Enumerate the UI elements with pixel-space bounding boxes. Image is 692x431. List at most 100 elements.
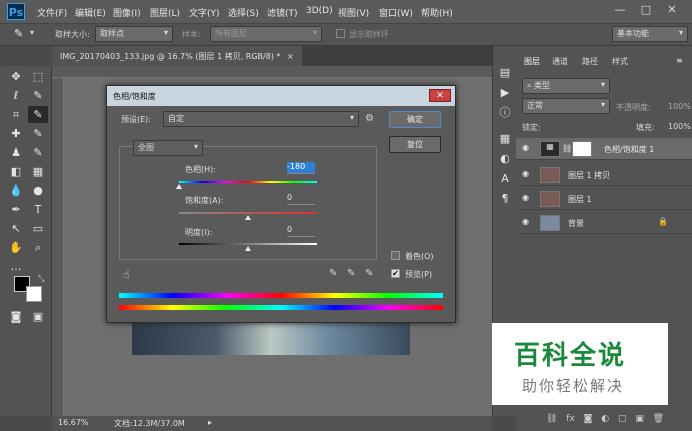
tab-layers[interactable]: 图层 (524, 56, 540, 67)
hue-slider-track[interactable] (179, 181, 317, 183)
swatches-panel-icon[interactable]: ▦ (495, 130, 515, 147)
dialog-close-button[interactable]: ✕ (429, 89, 451, 102)
brush-tool-icon[interactable]: ✎ (28, 125, 48, 142)
character-panel-icon[interactable]: A (495, 170, 515, 187)
eraser-tool-icon[interactable]: ◧ (6, 163, 26, 180)
tab-styles[interactable]: 样式 (612, 56, 628, 67)
shape-tool-icon[interactable]: ▭ (28, 220, 48, 237)
saturation-label: 饱和度(A): (185, 196, 224, 205)
layer-row-layer1[interactable]: ◉ 图层 1 (516, 188, 692, 210)
opacity-value[interactable]: 100% (668, 102, 691, 111)
fill-value[interactable]: 100% (668, 122, 691, 131)
saturation-slider-track[interactable] (179, 212, 317, 214)
minimize-button[interactable]: — (612, 2, 628, 18)
adjustments-panel-icon[interactable]: ◐ (495, 150, 515, 167)
menu-layer[interactable]: 图层(L) (150, 6, 180, 19)
menu-3d[interactable]: 3D(D) (306, 6, 333, 16)
stamp-tool-icon[interactable]: ♟ (6, 144, 26, 161)
eyedropper-minus-icon[interactable]: ✎ (365, 268, 373, 279)
menu-help[interactable]: 帮助(H) (421, 6, 453, 19)
channel-select[interactable]: 全图 ▾ (133, 140, 203, 156)
crop-tool-icon[interactable]: ⌗ (6, 106, 26, 123)
screen-mode-icon[interactable]: ▣ (28, 308, 48, 325)
zoom-level[interactable]: 16.67% (58, 418, 89, 427)
marquee-tool-icon[interactable]: ⬚ (28, 68, 48, 85)
layer-row-adjustment[interactable]: ◉ ▦ ⛓ 色相/饱和度 1 (516, 138, 692, 160)
eyedropper-tool-icon[interactable]: ✎ (28, 106, 48, 123)
move-tool-icon[interactable]: ✥ (6, 68, 26, 85)
sample-select[interactable]: 所有图层 ▾ (210, 26, 322, 42)
menu-file[interactable]: 文件(F) (37, 6, 67, 19)
lightness-input[interactable]: 0 (287, 225, 315, 237)
pen-tool-icon[interactable]: ✒ (6, 201, 26, 218)
visibility-eye-icon[interactable]: ◉ (522, 169, 529, 178)
adjustment-layer-icon: ▦ (540, 141, 560, 157)
hue-input[interactable]: -180 (287, 162, 315, 174)
lightness-slider-track[interactable] (179, 243, 317, 245)
lasso-tool-icon[interactable]: ℓ (6, 87, 26, 104)
gear-icon[interactable]: ⚙ (365, 113, 374, 124)
ok-button[interactable]: 确定 (389, 111, 441, 128)
menu-edit[interactable]: 编辑(E) (75, 6, 106, 19)
maximize-button[interactable]: □ (638, 2, 654, 18)
saturation-input[interactable]: 0 (287, 193, 315, 205)
preview-checkbox[interactable]: ✔ (391, 269, 400, 278)
blend-mode-select[interactable]: 正常 ▾ (522, 98, 610, 114)
layer-row-background[interactable]: ◉ 背景 🔒 (516, 212, 692, 234)
colorize-checkbox[interactable] (391, 251, 400, 260)
document-tab[interactable]: IMG_20170403_133.jpg @ 16.7% (图层 1 拷贝, R… (52, 46, 302, 66)
sample-value: 所有图层 (215, 29, 247, 38)
history-brush-icon[interactable]: ✎ (28, 144, 48, 161)
preset-value: 自定 (168, 114, 184, 123)
eyedropper-icon[interactable]: ✎ (329, 268, 337, 279)
menu-image[interactable]: 图像(I) (113, 6, 141, 19)
layer-filter-select[interactable]: ⌕ 类型 ▾ (522, 78, 610, 94)
eyedropper-icon[interactable]: ✎ (14, 27, 23, 40)
swap-colors-icon[interactable]: ⤡ (38, 274, 44, 284)
dropdown-arrow-icon[interactable]: ▾ (30, 28, 34, 37)
quick-mask-icon[interactable]: ◙ (6, 308, 26, 325)
close-window-button[interactable]: ✕ (664, 2, 680, 18)
type-tool-icon[interactable]: T (28, 201, 48, 218)
tab-paths[interactable]: 路径 (582, 56, 598, 67)
sample-size-select[interactable]: 取样点 ▾ (95, 26, 173, 42)
actions-panel-icon[interactable]: ▶ (495, 84, 515, 101)
dodge-tool-icon[interactable]: ● (28, 182, 48, 199)
targeted-adjust-hand-icon[interactable]: ☝ (123, 268, 130, 281)
hand-tool-icon[interactable]: ✋ (6, 239, 26, 256)
hue-slider-knob[interactable] (176, 184, 182, 189)
saturation-slider-knob[interactable] (245, 215, 251, 220)
menu-view[interactable]: 视图(V) (338, 6, 369, 19)
history-panel-icon[interactable]: ▤ (495, 64, 515, 81)
workspace-select[interactable]: 基本功能 ▾ (612, 26, 688, 42)
quick-select-tool-icon[interactable]: ✎ (28, 87, 48, 104)
lightness-slider-knob[interactable] (245, 246, 251, 251)
visibility-eye-icon[interactable]: ◉ (522, 193, 529, 202)
preset-select[interactable]: 自定 ▾ (163, 111, 359, 127)
paragraph-panel-icon[interactable]: ¶ (495, 190, 515, 207)
menu-type[interactable]: 文字(Y) (189, 6, 220, 19)
layer-mask-thumbnail[interactable] (572, 141, 592, 157)
eyedropper-plus-icon[interactable]: ✎ (347, 268, 355, 279)
zoom-tool-icon[interactable]: ⌕ (28, 239, 48, 256)
reset-button[interactable]: 复位 (389, 136, 441, 153)
healing-tool-icon[interactable]: ✚ (6, 125, 26, 142)
menu-window[interactable]: 窗口(W) (379, 6, 413, 19)
layer-bottom-toolbar[interactable]: ⛓ fx ◙ ◐ ▢ ▣ 🗑 (546, 414, 692, 424)
layer-row-copy[interactable]: ◉ 图层 1 拷贝 (516, 164, 692, 186)
info-panel-icon[interactable]: ⓘ (495, 104, 515, 121)
visibility-eye-icon[interactable]: ◉ (522, 143, 529, 152)
more-tools-icon[interactable]: … (6, 258, 26, 275)
tab-channels[interactable]: 通道 (552, 56, 568, 67)
menu-select[interactable]: 选择(S) (228, 6, 259, 19)
path-select-tool-icon[interactable]: ↖ (6, 220, 26, 237)
panel-menu-icon[interactable]: ≡ (676, 56, 683, 65)
background-color-swatch[interactable] (26, 286, 42, 302)
status-arrow-icon[interactable]: ▸ (208, 418, 212, 427)
gradient-tool-icon[interactable]: ▦ (28, 163, 48, 180)
blur-tool-icon[interactable]: 💧 (6, 182, 26, 199)
visibility-eye-icon[interactable]: ◉ (522, 217, 529, 226)
menu-filter[interactable]: 滤镜(T) (267, 6, 298, 19)
tab-close-icon[interactable]: × (287, 52, 294, 61)
show-ring-checkbox[interactable] (336, 29, 345, 38)
